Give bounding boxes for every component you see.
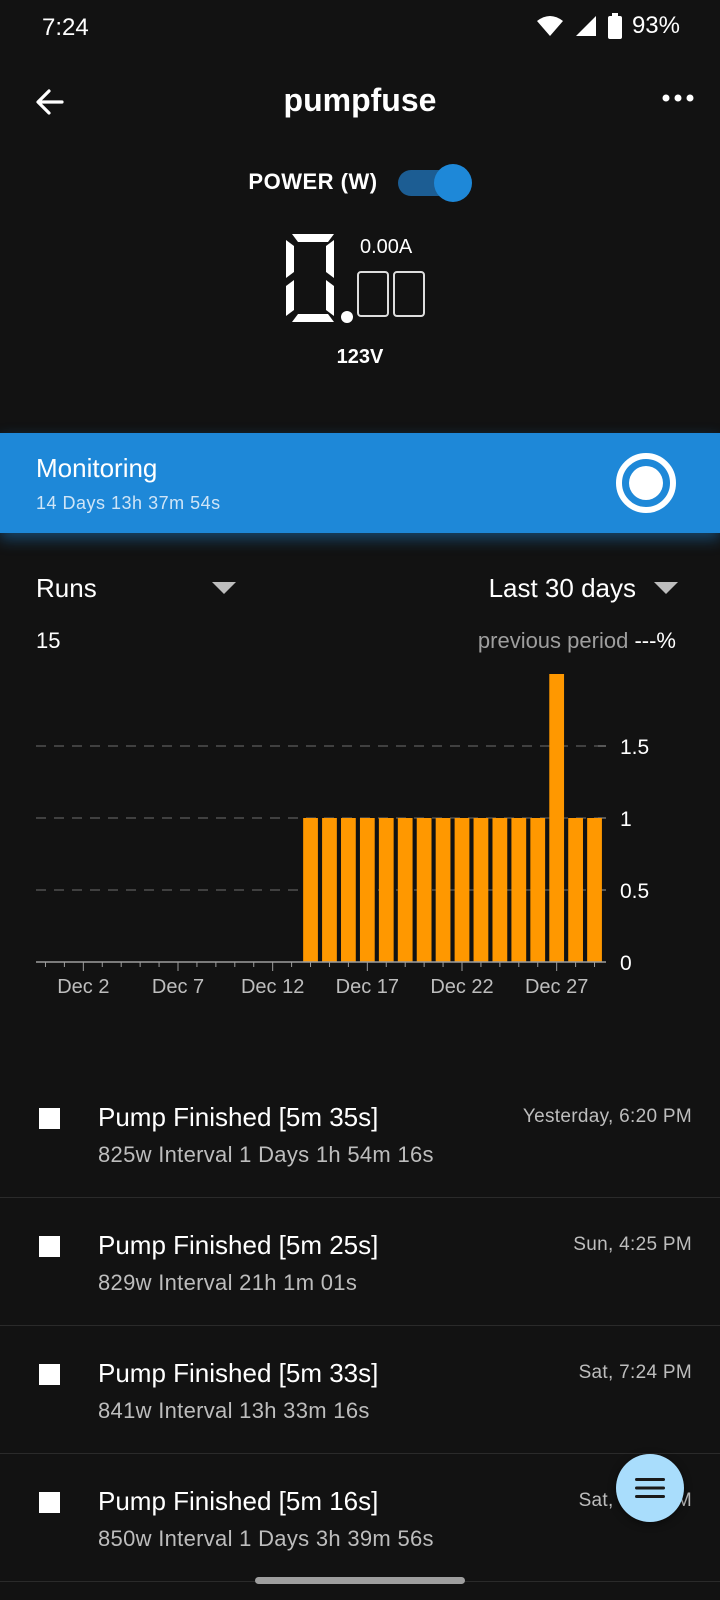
y-tick-label: 0.5 [620, 880, 649, 903]
monitoring-banner[interactable]: Monitoring 14 Days 13h 37m 54s [0, 433, 720, 533]
range-dropdown-label: Last 30 days [488, 572, 636, 603]
checkbox[interactable] [39, 1364, 60, 1385]
metric-dropdown[interactable]: Runs [36, 568, 236, 608]
event-title: Pump Finished [5m 33s] [98, 1358, 379, 1388]
chart-bar [511, 818, 527, 962]
signal-icon [575, 16, 596, 36]
power-row: POWER (W) [0, 160, 720, 204]
event-time: Yesterday, 6:20 PM [522, 1106, 692, 1127]
chart-bar [454, 818, 470, 962]
x-tick-label: Dec 12 [241, 976, 304, 998]
event-list: Pump Finished [5m 35s] 825w Interval 1 D… [0, 1070, 720, 1582]
chart-bar [303, 818, 318, 962]
status-time: 7:24 [42, 14, 89, 41]
previous-period-value: ---% [634, 628, 676, 653]
more-options-button[interactable] [656, 76, 700, 120]
previous-period: previous period ---% [478, 628, 676, 654]
power-toggle[interactable] [396, 164, 472, 202]
chart-bar [359, 818, 375, 962]
monitoring-duration: 14 Days 13h 37m 54s [36, 493, 221, 513]
chart-bar [435, 818, 451, 962]
monitoring-title: Monitoring [36, 453, 158, 483]
filter-row: Runs Last 30 days [0, 568, 720, 608]
chart-bar [416, 818, 432, 962]
chart-bar [378, 818, 394, 962]
event-detail: 841w Interval 13h 33m 16s [98, 1398, 370, 1423]
home-indicator [255, 1577, 465, 1584]
battery-percent: 93% [631, 12, 680, 39]
status-icons: 93% [536, 12, 680, 40]
event-detail: 829w Interval 21h 1m 01s [98, 1270, 358, 1295]
x-tick-label: Dec 2 [57, 976, 109, 998]
toggle-thumb [433, 164, 472, 202]
radio-ring-icon[interactable] [614, 451, 678, 515]
list-item[interactable]: Pump Finished [5m 35s] 825w Interval 1 D… [0, 1070, 720, 1198]
chevron-down-icon [654, 582, 678, 594]
y-tick-label: 1 [620, 808, 632, 831]
event-title: Pump Finished [5m 25s] [98, 1230, 379, 1260]
battery-icon [607, 13, 622, 39]
checkbox[interactable] [39, 1236, 60, 1257]
previous-period-label: previous period [477, 628, 629, 653]
menu-icon [635, 1478, 665, 1498]
list-item[interactable]: Pump Finished [5m 25s] 829w Interval 21h… [0, 1198, 720, 1326]
list-item[interactable]: Pump Finished [5m 16s] 850w Interval 1 D… [0, 1454, 720, 1582]
status-bar: 7:24 93% [0, 0, 720, 56]
chart-bar [568, 818, 583, 962]
voltage-value: 123V [336, 346, 384, 368]
wifi-icon [536, 16, 563, 36]
menu-fab[interactable] [616, 1454, 684, 1522]
chart-bar [530, 818, 546, 962]
list-item[interactable]: Pump Finished [5m 33s] 841w Interval 13h… [0, 1326, 720, 1454]
event-detail: 850w Interval 1 Days 3h 39m 56s [98, 1526, 434, 1551]
power-label: POWER (W) [248, 169, 378, 194]
y-tick-label: 0 [620, 952, 632, 975]
more-horizontal-icon [662, 94, 694, 102]
checkbox[interactable] [39, 1108, 60, 1129]
chevron-down-icon [212, 582, 236, 594]
event-title: Pump Finished [5m 35s] [98, 1102, 379, 1132]
x-tick-label: Dec 27 [525, 976, 588, 998]
event-title: Pump Finished [5m 16s] [98, 1486, 379, 1516]
checkbox[interactable] [39, 1492, 60, 1513]
event-time: Sun, 4:25 PM [573, 1234, 692, 1255]
chart-bar [322, 818, 337, 962]
summary-row: 15 previous period ---% [0, 628, 720, 658]
chart-bar [397, 818, 413, 962]
x-tick-label: Dec 22 [430, 976, 493, 998]
chart-bar [549, 674, 565, 962]
x-tick-label: Dec 17 [336, 976, 399, 998]
y-tick-label: 1.5 [620, 736, 649, 759]
amps-value: 0.00A [360, 236, 413, 258]
x-tick-label: Dec 7 [152, 976, 204, 998]
page-title: pumpfuse [283, 82, 437, 118]
chart-bar [492, 818, 508, 962]
runs-chart: 0 0.5 1 1.5 Dec 2 Dec 7 Dec 12 Dec 17 Dec 22 Dec … [36, 674, 649, 998]
app-bar: pumpfuse [0, 70, 720, 138]
event-time: Sat, 7:24 PM [578, 1362, 692, 1383]
chart-bar [587, 818, 602, 962]
metric-dropdown-label: Runs [36, 572, 97, 603]
event-detail: 825w Interval 1 Days 1h 54m 16s [98, 1142, 434, 1167]
run-count: 15 [36, 628, 61, 653]
range-dropdown[interactable]: Last 30 days [489, 568, 678, 608]
power-reading: 0.00A [280, 228, 480, 338]
chart-bar [473, 818, 489, 962]
chart-bar [341, 818, 356, 962]
